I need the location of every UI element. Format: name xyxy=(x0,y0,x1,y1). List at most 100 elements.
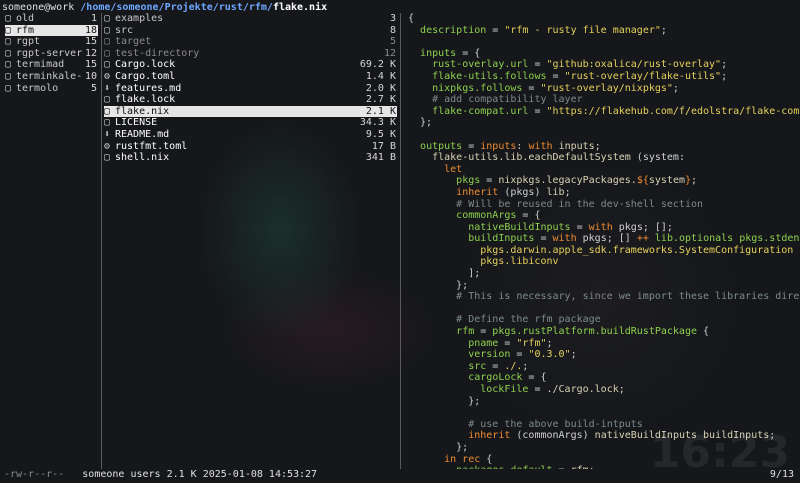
code-token: inputs xyxy=(420,47,457,59)
code-line: cargoLock = { xyxy=(408,372,800,384)
code-token: src xyxy=(468,360,487,372)
code-token: { xyxy=(480,453,493,465)
code-token: = xyxy=(498,337,517,349)
code-token: }; xyxy=(408,279,469,291)
code-token: flake-utils.follows xyxy=(432,70,547,82)
code-token: inherit xyxy=(456,186,499,198)
file-list-item[interactable]: ⬇ features.md 2.0 K xyxy=(104,83,397,95)
code-line: ]; xyxy=(408,268,800,280)
markdown-icon: ⬇ xyxy=(104,128,111,140)
code-token: "rust-overlay/nixpkgs" xyxy=(540,82,673,94)
folder-icon: ▢ xyxy=(5,13,12,24)
item-size: 1.4 K xyxy=(365,70,396,82)
item-size: 8 xyxy=(389,24,396,36)
code-token: in rec xyxy=(444,453,481,465)
code-token: # This is necessary, since we import the… xyxy=(456,291,800,303)
code-token: ; xyxy=(546,337,553,349)
code-token: lockFile xyxy=(480,384,529,395)
item-name: README.md xyxy=(115,128,170,140)
code-token: nativeBuildInputs xyxy=(468,221,571,233)
file-icon: ▢ xyxy=(104,117,111,129)
file-list-item[interactable]: ▢ shell.nix 341 B xyxy=(104,152,397,164)
current-directory-pane[interactable]: ▢ examples 3 ▢ src 8 ▢ target 5 ▢ test-directory 12… xyxy=(104,13,397,469)
file-list-item[interactable]: ▢ Cargo.lock 69.2 K xyxy=(104,59,397,71)
parent-dir-item[interactable]: ▢ rgpt 15 xyxy=(5,36,98,48)
code-token: ${ xyxy=(636,175,649,187)
code-token: cargoLock xyxy=(468,372,523,384)
code-token: (commonArgs) xyxy=(510,430,595,442)
code-token: "0.3.0" xyxy=(528,349,571,361)
code-token: = xyxy=(510,349,529,361)
parent-dir-item[interactable]: ▢ rgpt-server 12 xyxy=(5,48,98,60)
item-size: 341 B xyxy=(365,152,396,164)
code-token: description xyxy=(420,24,487,36)
file-list-item[interactable]: ▢ LICENSE 34.3 K xyxy=(104,117,397,129)
code-token: pkgs; [] xyxy=(576,233,637,245)
item-name: target xyxy=(115,36,152,48)
code-token: # add compatibility layer xyxy=(432,94,583,106)
file-list-item[interactable]: ▢ flake.nix 2.1 K xyxy=(104,105,397,118)
file-list-item[interactable]: ⚙ rustfmt.toml 17 B xyxy=(104,141,397,153)
code-line: inputs = { xyxy=(408,48,800,60)
file-icon: ▢ xyxy=(104,94,111,106)
parent-dir-item[interactable]: ▢ rfm 18 xyxy=(5,24,98,37)
code-token: = { xyxy=(456,47,481,59)
parent-dir-item[interactable]: ▢ terminkale- 10 xyxy=(5,71,98,83)
code-token: outputs xyxy=(420,140,463,152)
code-line: outputs = inputs: with inputs; xyxy=(408,141,800,153)
code-token: { xyxy=(697,326,710,338)
code-token: lib xyxy=(546,186,565,198)
file-list-item[interactable]: ▢ target 5 xyxy=(104,36,397,48)
file-list-item[interactable]: ▢ test-directory 12 xyxy=(104,48,397,60)
item-count: 18 xyxy=(84,24,97,36)
code-token: ]; xyxy=(408,268,481,280)
file-list-item[interactable]: ▢ flake.lock 2.7 K xyxy=(104,94,397,106)
file-preview-pane: { description = "rfm - rusty file manage… xyxy=(408,13,800,469)
folder-icon: ▢ xyxy=(5,36,12,48)
file-list-item[interactable]: ▢ examples 3 xyxy=(104,13,397,25)
code-token: (pkgs) xyxy=(498,186,547,198)
code-line: pname = "rfm"; xyxy=(408,338,800,350)
item-size: 34.3 K xyxy=(359,117,396,129)
item-size: 2.0 K xyxy=(365,82,396,94)
parent-dir-item[interactable]: ▢ termolo 5 xyxy=(5,83,98,95)
file-list-item[interactable]: ▢ src 8 xyxy=(104,25,397,37)
parent-dir-item[interactable]: ▢ termimad 15 xyxy=(5,59,98,71)
code-line: nativeBuildInputs = with pkgs; []; xyxy=(408,222,800,234)
code-token: }; xyxy=(408,441,469,453)
code-line: buildInputs = with pkgs; [] ++ lib.optio… xyxy=(408,233,800,245)
item-name: test-directory xyxy=(115,47,200,59)
code-token: # Define the rfm package xyxy=(456,314,601,326)
code-token: pkgs.libiconv xyxy=(480,256,559,268)
parent-dir-item[interactable]: ▢ old 1 xyxy=(5,13,98,25)
code-token: flake-utils.lib.eachDefaultSystem xyxy=(432,152,631,164)
item-name: rgpt-server xyxy=(16,47,83,59)
code-token: ; xyxy=(660,24,667,36)
code-token: with xyxy=(528,140,553,152)
code-line: inherit (pkgs) lib; xyxy=(408,187,800,199)
code-token: nixpkgs.follows xyxy=(432,82,523,94)
item-size: 9.5 K xyxy=(365,128,396,140)
code-line: src = ./.; xyxy=(408,361,800,373)
code-token: flake-compat.url xyxy=(432,105,529,117)
file-list-item[interactable]: ⬇ README.md 9.5 K xyxy=(104,129,397,141)
code-token: with xyxy=(588,221,613,233)
item-name: src xyxy=(115,24,134,36)
code-token: ./Cargo.lock xyxy=(546,384,619,395)
gear-icon: ⚙ xyxy=(104,70,111,82)
code-token: ; xyxy=(691,175,698,187)
file-list-item[interactable]: ⚙ Cargo.toml 1.4 K xyxy=(104,71,397,83)
parent-directory-pane[interactable]: ▢ old 1 ▢ rfm 18 ▢ rgpt 15 ▢ rgpt-server 12 ▢ termima… xyxy=(5,13,98,469)
code-line: flake-utils.follows = "rust-overlay/flak… xyxy=(408,71,800,83)
